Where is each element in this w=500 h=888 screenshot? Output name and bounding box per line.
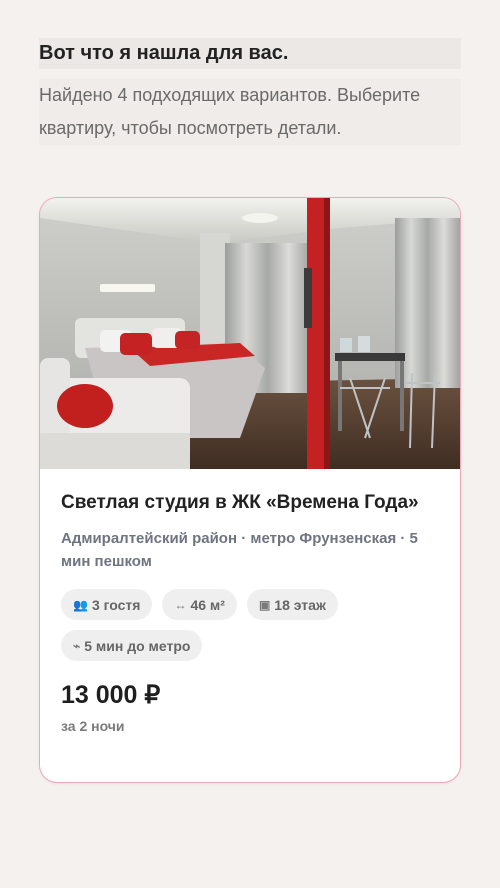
walk-icon: ⌁	[73, 638, 81, 653]
area-icon: ↔	[174, 597, 187, 612]
floor-icon: ▣	[258, 597, 271, 612]
apartment-location: Адмиралтейский район · метро Фрунзенская…	[61, 530, 418, 570]
assistant-message: Вот что я нашла для вас. Найдено 4 подхо…	[39, 38, 461, 145]
feature-chips: 👥 3 гостя ↔ 46 м² ▣ 18 этаж ⌁ 5 мин до м…	[61, 589, 451, 661]
feature-chip-label: 3 гостя	[91, 596, 141, 613]
message-subtitle: Найдено 4 подходящих вариантов. Выберите…	[39, 79, 461, 145]
apartment-card[interactable]: Светлая студия в ЖК «Времена Года» Адмир…	[39, 197, 461, 783]
price: 13 000 ₽	[61, 681, 161, 709]
guests-icon: 👥	[73, 597, 88, 612]
feature-chip-label: 46 м²	[190, 596, 225, 613]
message-title: Вот что я нашла для вас.	[39, 38, 461, 69]
feature-chip-area: ↔ 46 м²	[162, 589, 237, 620]
apartment-photo	[40, 198, 460, 469]
price-note: за 2 ночи	[61, 718, 125, 734]
feature-chip-guests: 👥 3 гостя	[61, 589, 153, 620]
apartment-title[interactable]: Светлая студия в ЖК «Времена Года»	[61, 491, 439, 515]
feature-chip-label: 5 мин до метро	[84, 637, 191, 654]
feature-chip-floor: ▣ 18 этаж	[246, 589, 338, 620]
feature-chip-label: 18 этаж	[274, 596, 326, 613]
chat-response: Вот что я нашла для вас. Найдено 4 подхо…	[0, 0, 500, 888]
feature-chip-metro: ⌁ 5 мин до метро	[61, 630, 203, 661]
